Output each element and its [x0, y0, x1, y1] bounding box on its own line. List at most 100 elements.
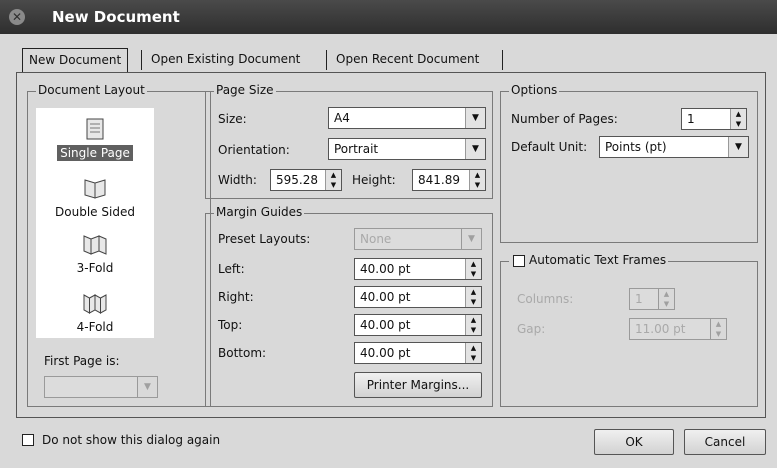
height-value: 841.89: [418, 173, 460, 187]
columns-value: 1: [635, 292, 643, 306]
automatic-text-frames-label: Automatic Text Frames: [529, 253, 667, 267]
spin-arrows-icon[interactable]: ▲ ▼: [710, 319, 726, 339]
do-not-show-label: Do not show this dialog again: [42, 433, 221, 447]
size-label: Size:: [218, 112, 247, 126]
page-size-group: Page Size Size: A4 ▼ Orientation: Portra…: [205, 83, 493, 199]
top-margin-spinbox[interactable]: 40.00 pt ▲ ▼: [354, 314, 482, 336]
layout-item-three-fold[interactable]: 3-Fold: [36, 231, 154, 276]
number-of-pages-value: 1: [687, 112, 695, 126]
four-fold-icon: [83, 294, 107, 314]
size-select[interactable]: A4 ▼: [328, 107, 486, 129]
right-margin-label: Right:: [218, 290, 254, 304]
default-unit-select[interactable]: Points (pt) ▼: [599, 136, 749, 158]
close-icon[interactable]: ✕: [9, 9, 25, 25]
tab-open-recent-label: Open Recent Document: [336, 52, 480, 66]
document-layout-group: Document Layout Single Page Double Sided: [27, 83, 211, 407]
spin-arrows-icon[interactable]: ▲ ▼: [465, 287, 481, 307]
layout-item-single-page[interactable]: Single Page: [36, 116, 154, 161]
tab-new-document-label: New Document: [29, 53, 122, 67]
size-value: A4: [334, 111, 350, 125]
tab-page: Document Layout Single Page Double Sided: [16, 72, 766, 418]
tab-open-existing-document[interactable]: Open Existing Document: [145, 48, 306, 72]
title-bar: ✕ New Document: [0, 0, 777, 34]
ok-button[interactable]: OK: [594, 429, 674, 455]
default-unit-value: Points (pt): [605, 140, 667, 154]
spin-arrows-icon[interactable]: ▲ ▼: [325, 170, 341, 190]
options-legend: Options: [509, 83, 560, 97]
printer-margins-label: Printer Margins...: [366, 378, 470, 392]
width-label: Width:: [218, 173, 257, 187]
options-group: Options Number of Pages: 1 ▲ ▼ Default Un…: [500, 83, 758, 243]
tab-open-existing-label: Open Existing Document: [151, 52, 301, 66]
first-page-label: First Page is:: [44, 354, 120, 368]
orientation-select[interactable]: Portrait ▼: [328, 138, 486, 160]
tab-separator: [326, 50, 327, 70]
single-page-icon: [86, 118, 104, 140]
cancel-label: Cancel: [704, 435, 746, 449]
double-sided-icon: [84, 179, 106, 199]
chevron-down-icon: ▼: [465, 139, 485, 159]
top-margin-label: Top:: [218, 318, 243, 332]
default-unit-label: Default Unit:: [511, 140, 588, 154]
bottom-margin-value: 40.00 pt: [360, 346, 411, 360]
do-not-show-checkbox[interactable]: [22, 434, 34, 446]
margin-guides-legend: Margin Guides: [214, 205, 305, 219]
right-margin-value: 40.00 pt: [360, 290, 411, 304]
height-label: Height:: [352, 173, 396, 187]
tab-separator: [141, 50, 142, 70]
number-of-pages-spinbox[interactable]: 1 ▲ ▼: [681, 108, 747, 130]
gap-label: Gap:: [517, 322, 546, 336]
chevron-down-icon: ▼: [465, 108, 485, 128]
spin-arrows-icon[interactable]: ▲ ▼: [469, 170, 485, 190]
chevron-down-icon: ▼: [728, 137, 748, 157]
number-of-pages-label: Number of Pages:: [511, 112, 618, 126]
margin-guides-group: Margin Guides Preset Layouts: None ▼ Lef…: [205, 205, 493, 407]
gap-value: 11.00 pt: [635, 322, 686, 336]
spin-arrows-icon[interactable]: ▲ ▼: [730, 109, 746, 129]
layout-item-label: Single Page: [57, 145, 133, 161]
width-spinbox[interactable]: 595.28 ▲ ▼: [270, 169, 342, 191]
automatic-text-frames-checkbox[interactable]: [513, 255, 525, 267]
left-margin-spinbox[interactable]: 40.00 pt ▲ ▼: [354, 258, 482, 280]
layout-item-four-fold[interactable]: 4-Fold: [36, 290, 154, 335]
gap-spinbox[interactable]: 11.00 pt ▲ ▼: [629, 318, 727, 340]
orientation-value: Portrait: [334, 142, 379, 156]
tab-separator: [502, 50, 503, 70]
right-margin-spinbox[interactable]: 40.00 pt ▲ ▼: [354, 286, 482, 308]
columns-label: Columns:: [517, 292, 574, 306]
width-value: 595.28: [276, 173, 318, 187]
preset-layouts-label: Preset Layouts:: [218, 232, 311, 246]
chevron-down-icon: ▼: [137, 377, 157, 397]
layout-item-label: Double Sided: [55, 205, 135, 219]
top-margin-value: 40.00 pt: [360, 318, 411, 332]
layout-item-label: 3-Fold: [76, 261, 114, 275]
bottom-margin-spinbox[interactable]: 40.00 pt ▲ ▼: [354, 342, 482, 364]
document-layout-list[interactable]: Single Page Double Sided 3-Fold 4-Fold: [36, 108, 154, 338]
ok-label: OK: [625, 435, 643, 449]
tab-open-recent-document[interactable]: Open Recent Document: [330, 48, 485, 72]
spin-arrows-icon[interactable]: ▲ ▼: [465, 315, 481, 335]
automatic-text-frames-legend: Automatic Text Frames: [509, 253, 669, 267]
tab-new-document[interactable]: New Document: [22, 48, 129, 72]
preset-layouts-value: None: [360, 232, 392, 246]
first-page-select[interactable]: ▼: [44, 376, 158, 398]
printer-margins-button[interactable]: Printer Margins...: [354, 372, 482, 398]
layout-item-double-sided[interactable]: Double Sided: [36, 175, 154, 220]
document-layout-legend: Document Layout: [36, 83, 147, 97]
spin-arrows-icon[interactable]: ▲ ▼: [658, 289, 674, 309]
preset-layouts-select[interactable]: None ▼: [354, 228, 482, 250]
columns-spinbox[interactable]: 1 ▲ ▼: [629, 288, 675, 310]
bottom-margin-label: Bottom:: [218, 346, 267, 360]
window-title: New Document: [52, 8, 180, 26]
spin-arrows-icon[interactable]: ▲ ▼: [465, 259, 481, 279]
chevron-down-icon: ▼: [461, 229, 481, 249]
spin-arrows-icon[interactable]: ▲ ▼: [465, 343, 481, 363]
automatic-text-frames-group: Automatic Text Frames Columns: 1 ▲ ▼ Gap:…: [500, 253, 758, 407]
cancel-button[interactable]: Cancel: [684, 429, 766, 455]
three-fold-icon: [83, 235, 107, 255]
page-size-legend: Page Size: [214, 83, 276, 97]
layout-item-label: 4-Fold: [76, 320, 114, 334]
orientation-label: Orientation:: [218, 143, 290, 157]
left-margin-label: Left:: [218, 262, 245, 276]
height-spinbox[interactable]: 841.89 ▲ ▼: [412, 169, 486, 191]
